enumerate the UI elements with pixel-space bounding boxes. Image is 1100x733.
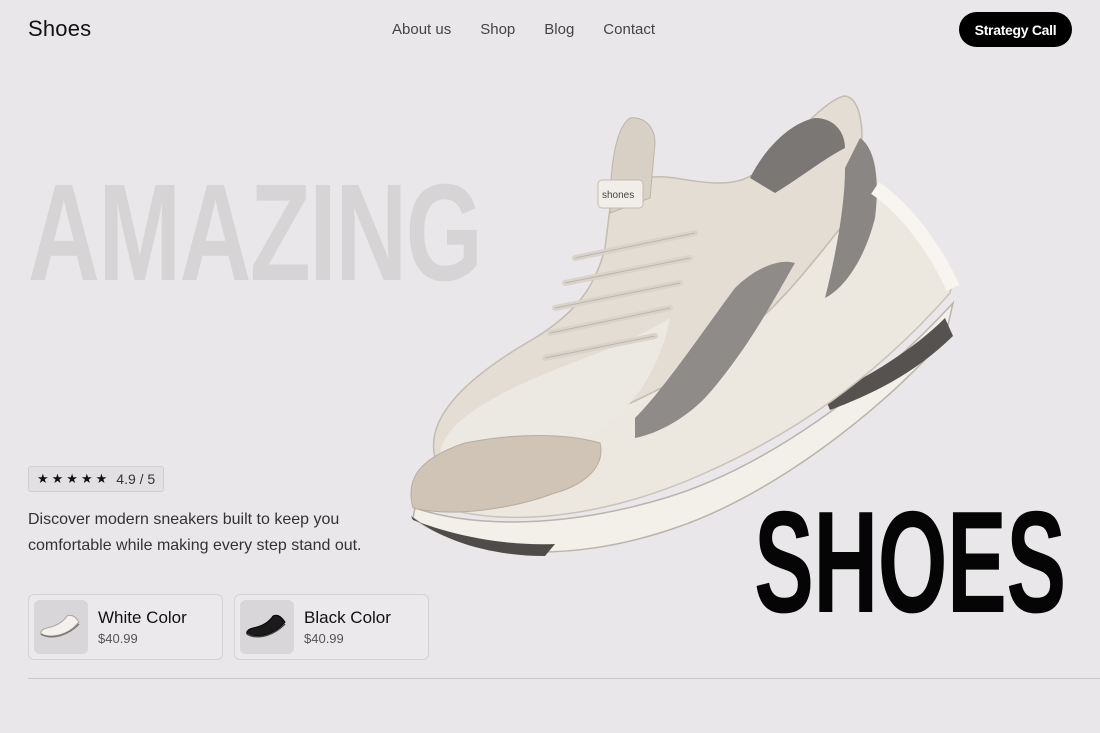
variant-price: $40.99 (304, 631, 344, 646)
nav-blog[interactable]: Blog (544, 21, 574, 38)
black-shoe-thumbnail (240, 600, 294, 654)
nav-shop[interactable]: Shop (480, 21, 515, 38)
variant-price: $40.99 (98, 631, 138, 646)
nav-contact[interactable]: Contact (603, 21, 655, 38)
white-sneaker-icon (40, 614, 80, 638)
white-shoe-thumbnail (34, 600, 88, 654)
star-rating-icons: ★★★★★ (37, 471, 111, 486)
variant-name: Black Color (304, 608, 391, 627)
nav-about-us[interactable]: About us (392, 21, 451, 38)
brand-logo[interactable]: Shoes (28, 16, 91, 42)
main-nav: About us Shop Blog Contact (392, 21, 655, 38)
variant-card-black[interactable]: Black Color $40.99 (234, 594, 429, 660)
section-divider (28, 678, 1100, 679)
variant-name: White Color (98, 608, 187, 627)
strategy-call-button[interactable]: Strategy Call (959, 12, 1072, 47)
rating-badge: ★★★★★ 4.9 / 5 (28, 466, 165, 492)
rating-value: 4.9 / 5 (116, 471, 156, 487)
shoe-logo-text: shones (602, 190, 634, 201)
hero-description: Discover modern sneakers built to keep y… (28, 511, 362, 554)
variant-card-white[interactable]: White Color $40.99 (28, 594, 223, 660)
black-sneaker-icon (246, 614, 286, 638)
headline-shoes: SHOES (754, 481, 1066, 643)
